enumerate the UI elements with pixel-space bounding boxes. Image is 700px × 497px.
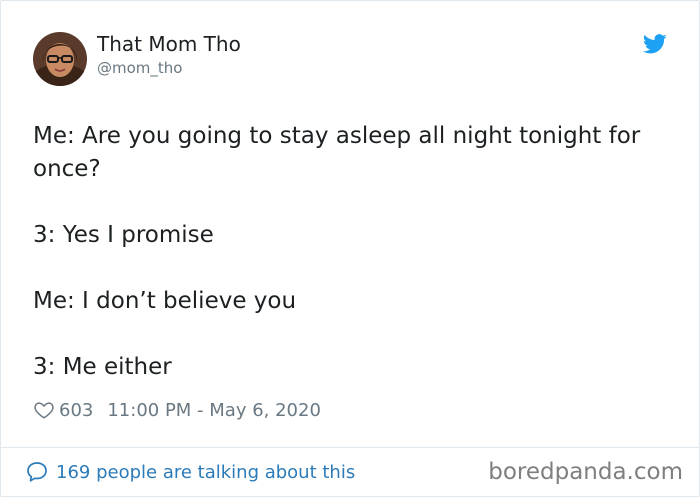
speech-bubble-icon [25, 460, 49, 484]
tweet-line: 3: Me either [33, 354, 172, 380]
conversation-text[interactable]: 169 people are talking about this [56, 462, 355, 483]
tweet-line: Me: I don’t believe you [33, 288, 297, 314]
avatar[interactable] [33, 32, 87, 86]
tweet-meta: 603 11:00 PM - May 6, 2020 [33, 397, 321, 423]
watermark-logo: boredpanda.com [488, 459, 683, 485]
divider [1, 447, 699, 448]
heart-icon[interactable] [33, 399, 55, 421]
tweet-card: That Mom Tho @mom_tho Me: Are you going … [0, 0, 700, 497]
like-count[interactable]: 603 [59, 400, 93, 421]
avatar-photo [33, 32, 87, 86]
user-handle[interactable]: @mom_tho [97, 59, 182, 77]
tweet-text: Me: Are you going to stay asleep all nig… [33, 120, 673, 384]
twitter-bird-icon[interactable] [642, 34, 667, 54]
tweet-line: Me: Are you going to stay asleep all nig… [33, 123, 641, 182]
display-name[interactable]: That Mom Tho [97, 32, 241, 56]
tweet-line: 3: Yes I promise [33, 222, 214, 248]
timestamp[interactable]: 11:00 PM - May 6, 2020 [107, 400, 321, 421]
conversation-link[interactable]: 169 people are talking about this [25, 460, 355, 484]
